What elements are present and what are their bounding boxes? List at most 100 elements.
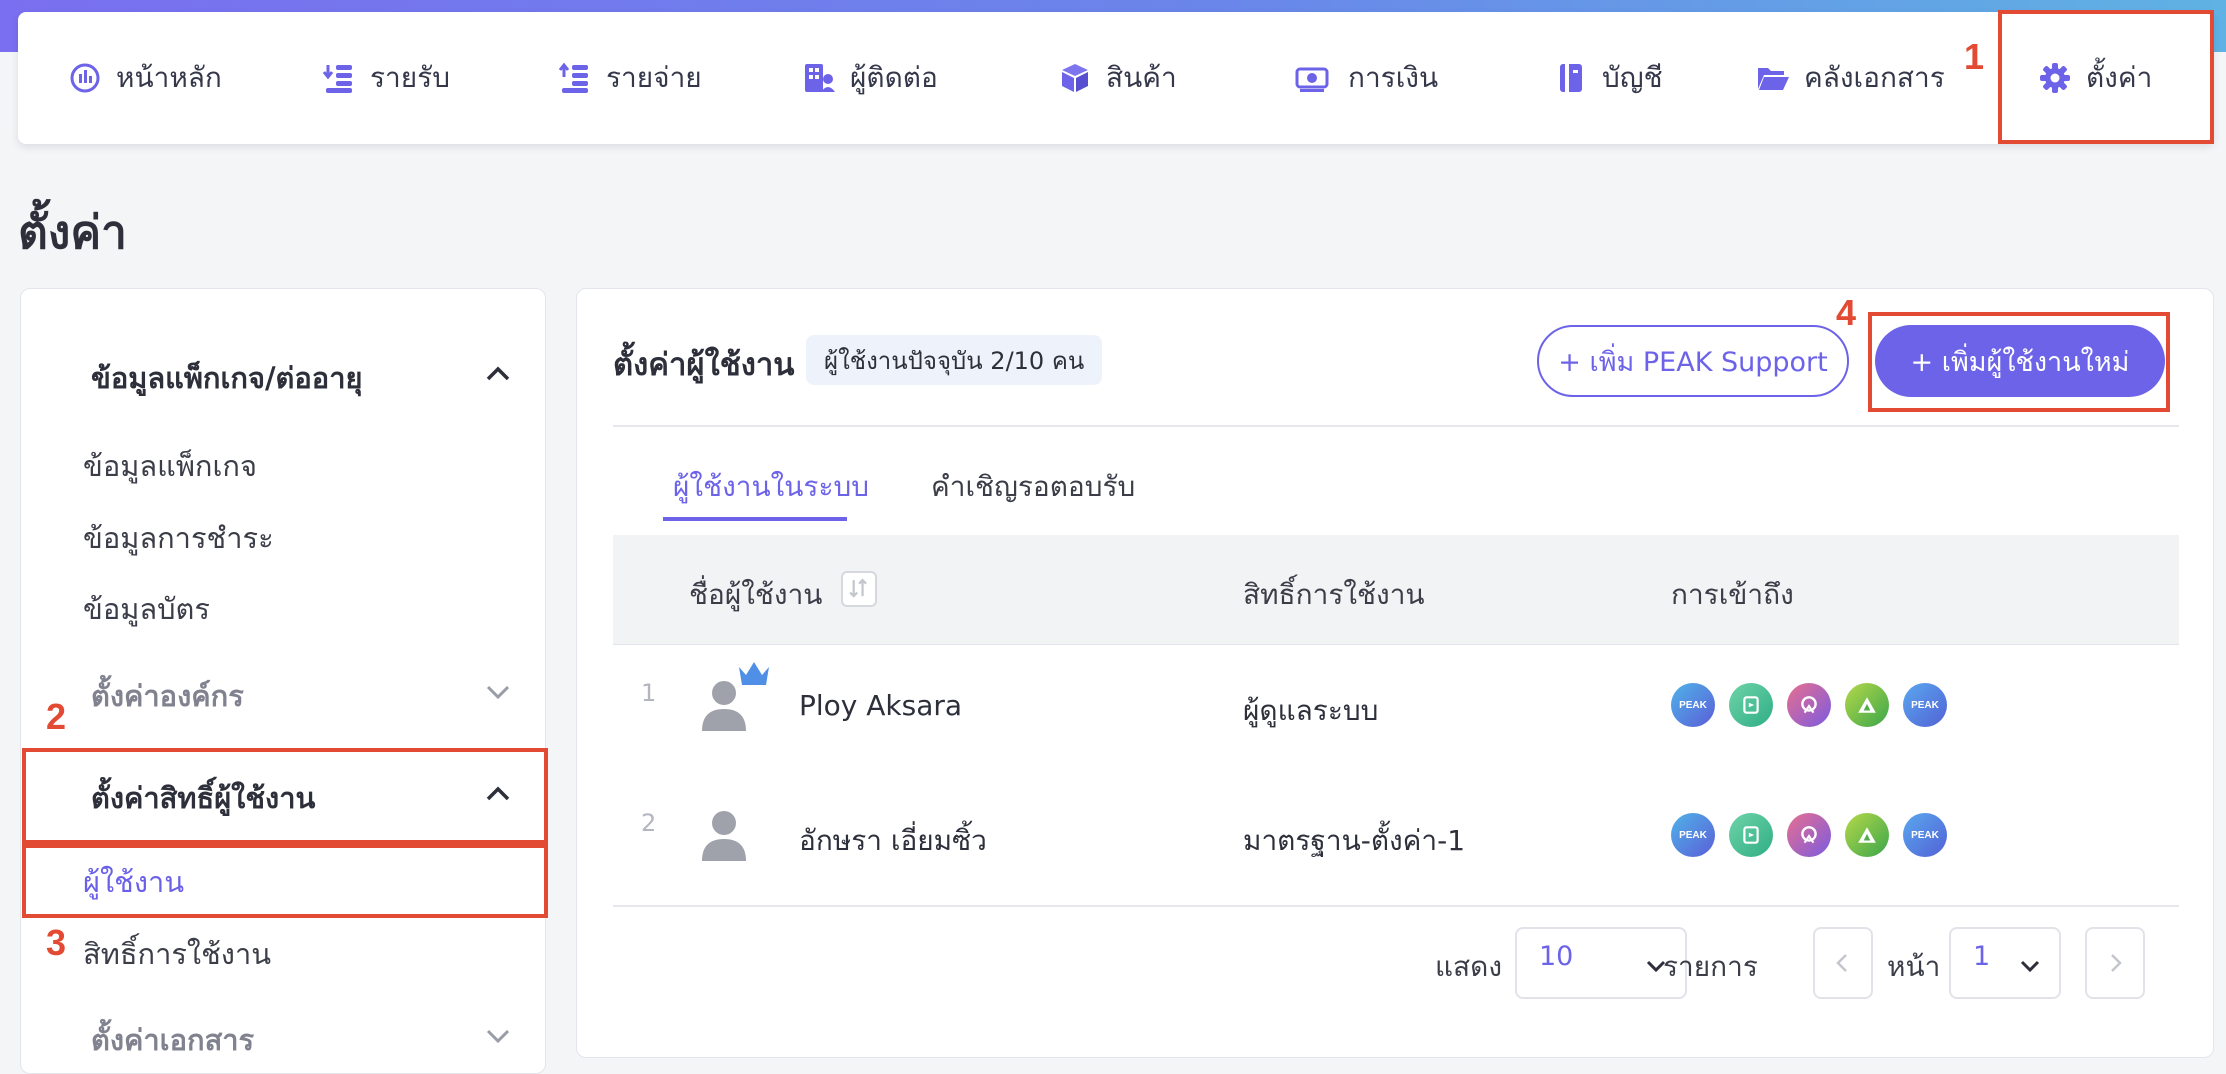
settings-sidebar: ข้อมูลแพ็กเกจ/ต่ออายุ ข้อมูลแพ็กเกจ ข้อม…: [20, 288, 546, 1074]
peak-receipt-app-icon: [1729, 683, 1773, 727]
row-index: 2: [641, 809, 657, 837]
nav-label: ผู้ติดต่อ: [850, 61, 938, 94]
pagination-page-label: หน้า: [1887, 950, 1941, 983]
add-new-user-button[interactable]: + เพิ่มผู้ใช้งานใหม่: [1875, 325, 2165, 397]
income-coins-icon: [322, 65, 352, 93]
users-table-header: ชื่อผู้ใช้งาน สิทธิ์การใช้งาน การเข้าถึง: [613, 535, 2179, 645]
user-name[interactable]: อักษรา เอี่ยมซิ้ว: [799, 819, 987, 863]
pagination-items-label: รายการ: [1663, 950, 1758, 983]
signature-icon: [1801, 696, 1817, 714]
peak-sign-app-icon: [1787, 683, 1831, 727]
nav-item-products[interactable]: สินค้า: [1058, 12, 1177, 144]
main-navbar: หน้าหลัก รายรับ รายจ่าย ผู้ติดต่อ สินค้า…: [18, 12, 2214, 144]
nav-item-expense[interactable]: รายจ่าย: [558, 12, 702, 144]
chevron-down-icon[interactable]: [481, 675, 515, 709]
sidebar-item-roles[interactable]: สิทธิ์การใช้งาน: [83, 931, 271, 977]
triangle-icon: [1858, 697, 1876, 713]
contacts-building-icon: [805, 64, 835, 92]
chevron-right-icon: [2111, 954, 2122, 972]
page-title: ตั้งค่า: [18, 205, 127, 259]
nav-item-home[interactable]: หน้าหลัก: [68, 12, 222, 144]
sidebar-item-card-info[interactable]: ข้อมูลบัตร: [83, 586, 210, 632]
nav-item-income[interactable]: รายรับ: [322, 12, 450, 144]
page-size-value: 10: [1539, 941, 1574, 972]
row-index: 1: [641, 679, 657, 707]
gear-icon: [2040, 63, 2070, 93]
nav-item-settings[interactable]: ตั้งค่า: [2038, 12, 2152, 144]
nav-item-finance[interactable]: การเงิน: [1290, 12, 1438, 144]
sidebar-item-payment-info[interactable]: ข้อมูลการชำระ: [83, 515, 274, 561]
page-size-select[interactable]: 10: [1515, 927, 1687, 999]
peak-sign-app-icon: [1787, 813, 1831, 857]
nav-label: การเงิน: [1348, 61, 1439, 94]
access-app-icons: PEAK PEAK: [1671, 813, 1947, 857]
sidebar-group-documents[interactable]: ตั้งค่าเอกสาร: [91, 1017, 254, 1063]
receipt-icon: [1743, 826, 1759, 844]
nav-label: บัญชี: [1602, 61, 1663, 94]
pagination-show-label: แสดง: [1435, 950, 1502, 983]
sidebar-group-permissions[interactable]: ตั้งค่าสิทธิ์ผู้ใช้งาน: [91, 775, 315, 821]
sort-arrows-icon: [849, 578, 867, 598]
table-bottom-divider: [613, 905, 2179, 907]
table-row[interactable]: 1 Ploy Aksara ผู้ดูแลระบบ PEAK PEAK: [613, 645, 2179, 775]
peak-triangle-app-icon: [1845, 683, 1889, 727]
account-book-icon: [1560, 64, 1582, 92]
crown-icon: [739, 662, 769, 685]
user-role: มาตรฐาน-ตั้งค่า-1: [1243, 824, 1466, 857]
annotation-number-1: 1: [1964, 36, 1985, 77]
access-app-icons: PEAK PEAK: [1671, 683, 1947, 727]
nav-item-documents[interactable]: คลังเอกสาร: [1756, 12, 1945, 144]
nav-label: ตั้งค่า: [2086, 61, 2153, 94]
column-header-role: สิทธิ์การใช้งาน: [1243, 578, 1425, 611]
peak-app-icon: PEAK: [1671, 813, 1715, 857]
column-header-access: การเข้าถึง: [1671, 578, 1794, 611]
nav-label: รายจ่าย: [606, 61, 702, 94]
nav-item-accounting[interactable]: บัญชี: [1554, 12, 1663, 144]
table-row[interactable]: 2 อักษรา เอี่ยมซิ้ว มาตรฐาน-ตั้งค่า-1 PE…: [613, 775, 2179, 905]
user-avatar-icon: [702, 811, 746, 861]
nav-item-contacts[interactable]: ผู้ติดต่อ: [802, 12, 938, 144]
peak-triangle-app-icon: [1845, 813, 1889, 857]
user-role: ผู้ดูแลระบบ: [1243, 694, 1379, 727]
user-settings-card: ตั้งค่าผู้ใช้งาน ผู้ใช้งานปัจจุบัน 2/10 …: [576, 288, 2214, 1058]
sidebar-group-package[interactable]: ข้อมูลแพ็กเกจ/ต่ออายุ: [91, 355, 363, 401]
header-divider: [613, 425, 2179, 427]
nav-label: คลังเอกสาร: [1804, 61, 1945, 94]
page-number-select[interactable]: 1: [1949, 927, 2061, 999]
expense-coins-icon: [558, 62, 588, 93]
user-count-badge: ผู้ใช้งานปัจจุบัน 2/10 คน: [806, 335, 1103, 385]
sidebar-item-users[interactable]: ผู้ใช้งาน: [83, 859, 184, 905]
nav-label: รายรับ: [370, 61, 450, 94]
sidebar-group-organization[interactable]: ตั้งค่าองค์กร: [91, 673, 244, 719]
page-number-value: 1: [1973, 941, 1991, 972]
tab-pending-invitations[interactable]: คำเชิญรอตอบรับ: [931, 465, 1135, 509]
folder-open-icon: [1758, 68, 1789, 90]
chevron-down-icon[interactable]: [481, 1019, 515, 1053]
receipt-icon: [1743, 696, 1759, 714]
peak-receipt-app-icon: [1729, 813, 1773, 857]
tab-active-users[interactable]: ผู้ใช้งานในระบบ: [673, 465, 869, 509]
sort-button[interactable]: [841, 571, 877, 607]
active-tab-indicator: [663, 517, 847, 521]
peak-tax-app-icon: PEAK: [1903, 813, 1947, 857]
nav-label: สินค้า: [1106, 61, 1177, 94]
chevron-up-icon[interactable]: [481, 357, 515, 391]
nav-label: หน้าหลัก: [116, 61, 222, 94]
card-title: ตั้งค่าผู้ใช้งาน: [613, 347, 795, 383]
chevron-left-icon: [1836, 954, 1847, 972]
triangle-icon: [1858, 827, 1876, 843]
user-name[interactable]: Ploy Aksara: [799, 689, 962, 722]
dashboard-gauge-icon: [70, 63, 100, 93]
next-page-button[interactable]: [2085, 927, 2145, 999]
annotation-number-3: 3: [46, 922, 67, 963]
money-bill-icon: [1295, 67, 1329, 92]
sidebar-item-package-info[interactable]: ข้อมูลแพ็กเกจ: [83, 443, 257, 489]
product-box-icon: [1062, 64, 1088, 92]
chevron-down-icon: [2020, 960, 2040, 973]
chevron-up-icon[interactable]: [481, 777, 515, 811]
previous-page-button[interactable]: [1813, 927, 1873, 999]
annotation-number-2: 2: [46, 696, 67, 737]
annotation-number-4: 4: [1836, 292, 1857, 333]
add-peak-support-button[interactable]: + เพิ่ม PEAK Support: [1537, 325, 1849, 397]
peak-app-icon: PEAK: [1671, 683, 1715, 727]
